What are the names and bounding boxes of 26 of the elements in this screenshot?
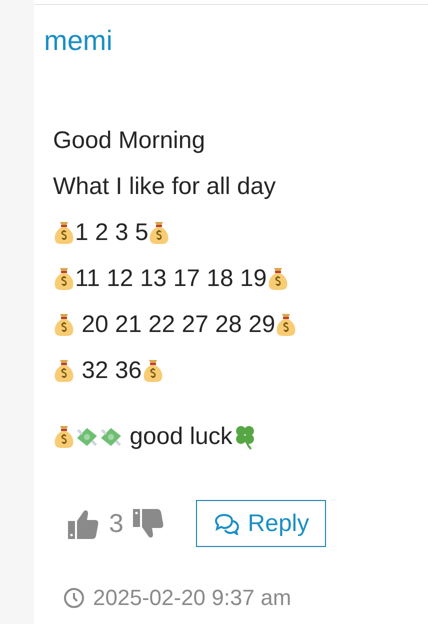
comment-text: 32 36 (80, 356, 142, 386)
money-bag-icon (53, 267, 75, 291)
timestamp: 2025-02-20 9:37 am (93, 584, 292, 612)
reply-button[interactable]: Reply (196, 500, 326, 547)
chat-bubbles-icon (214, 512, 240, 534)
author-name[interactable]: memi (44, 23, 112, 59)
comment-text: What I like for all day (53, 172, 276, 202)
comment-text: 11 12 13 17 18 19 (75, 264, 267, 294)
money-bag-icon (275, 313, 298, 337)
money-bag-icon (53, 221, 75, 245)
thumbs-down-icon[interactable] (132, 508, 166, 540)
banknote-icon (75, 426, 99, 448)
comment-text: good luck (128, 422, 232, 452)
money-bag-icon (53, 425, 75, 449)
money-bag-icon (142, 359, 164, 383)
comment-text: Good Morning (53, 126, 206, 156)
comment-text: 1 2 3 5 (75, 218, 148, 248)
money-bag-icon (53, 359, 75, 383)
comment-text: 20 21 22 27 28 29 (80, 310, 276, 340)
thumbs-up-icon[interactable] (67, 508, 100, 540)
money-bag-icon (53, 313, 75, 337)
money-bag-icon (266, 267, 289, 291)
money-bag-icon (148, 221, 170, 245)
like-count: 3 (109, 507, 124, 540)
clock-icon (63, 586, 85, 608)
banknote-icon (99, 426, 123, 448)
